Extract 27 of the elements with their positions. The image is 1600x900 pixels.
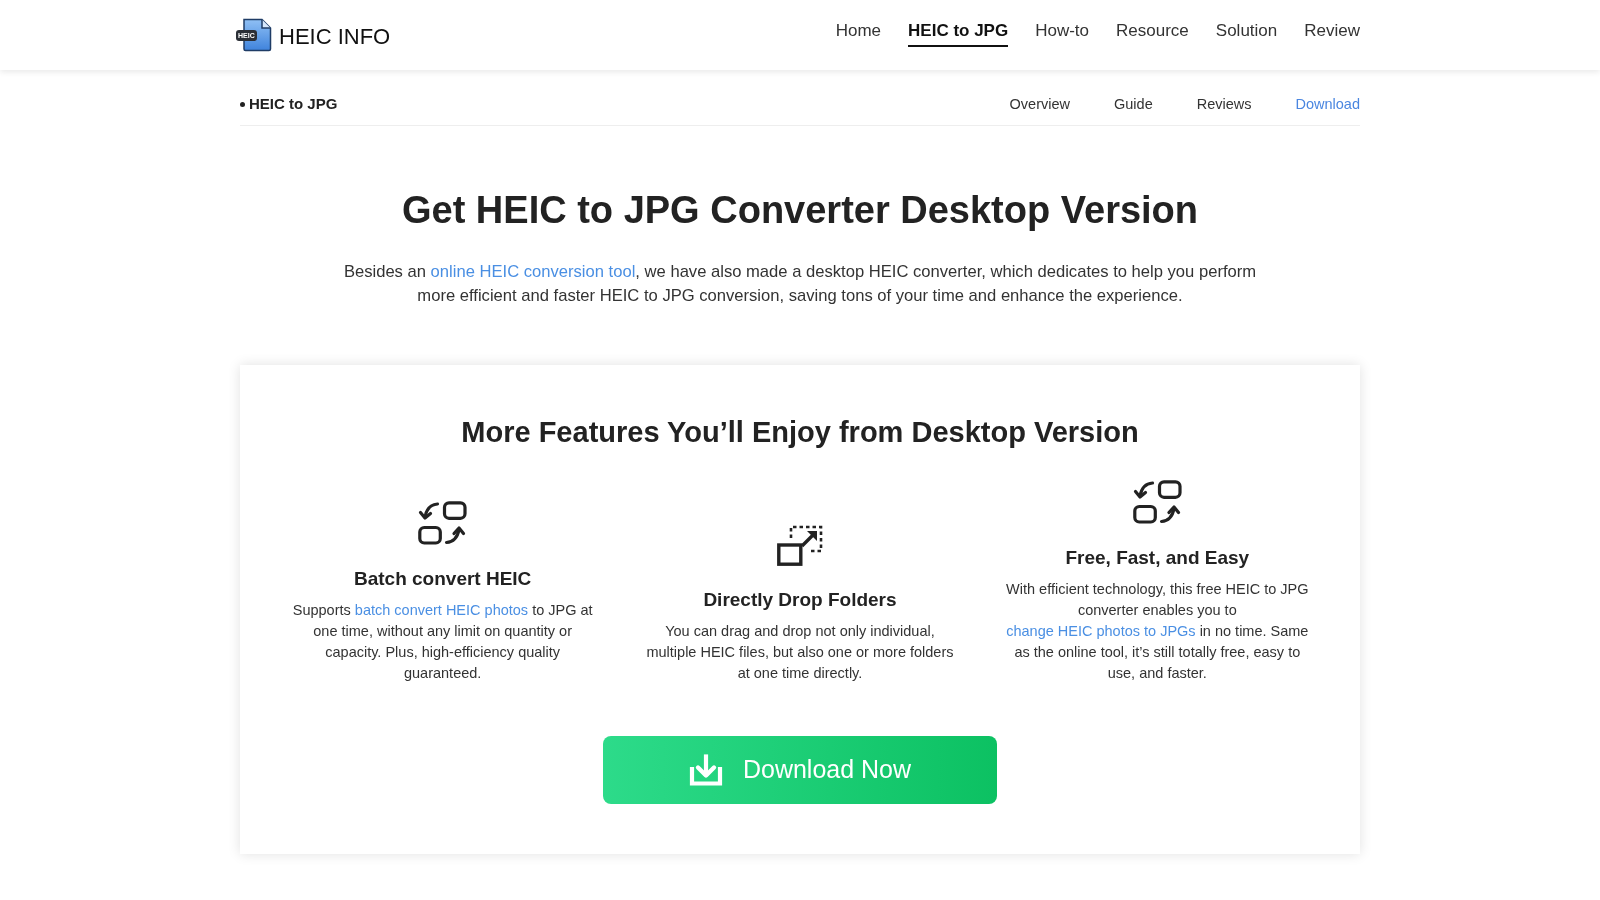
intro-text: Besides an online HEIC conversion tool, we have also made a desktop HEIC converter, which dedicates to help you perform more efficient and faster HEIC to JPG conversion, saving tons of your time and enhance the experience.: [342, 261, 1258, 307]
nav-link[interactable]: Solution: [1215, 17, 1278, 47]
download-icon: [688, 754, 723, 786]
nav-link[interactable]: Review: [1304, 17, 1360, 47]
section-link[interactable]: Guide: [1114, 93, 1153, 116]
feature-description: Supports batch convert HEIC photos to JPG at one time, without any limit on quantity or capacity. Plus, high-efficiency quality guaranteed.: [291, 601, 594, 683]
nav-link[interactable]: How-to: [1035, 17, 1090, 47]
feature-description: You can drag and drop not only individual, multiple HEIC files, but also one or more folders at one time directly.: [645, 622, 955, 683]
nav-link[interactable]: Home: [835, 17, 882, 47]
swap-icon: [418, 501, 468, 545]
swap-icon: [1132, 480, 1182, 524]
page-title: Get HEIC to JPG Converter Desktop Version: [400, 188, 1200, 233]
card-title: More Features You’ll Enjoy from Desktop Version: [460, 415, 1140, 450]
file-icon: [240, 18, 272, 52]
nav-link[interactable]: Resource: [1116, 17, 1189, 47]
feature-title: Free, Fast, and Easy: [1064, 546, 1251, 570]
feature-title: Batch convert HEIC: [352, 567, 533, 591]
bullet-icon: [240, 102, 245, 107]
nav-link[interactable]: HEIC to JPG: [908, 17, 1009, 47]
section-link[interactable]: Download: [1295, 93, 1360, 116]
expand-selection-icon: [777, 525, 823, 566]
site-logo-text: HEIC INFO: [279, 26, 391, 48]
feature-title: Directly Drop Folders: [702, 588, 898, 612]
page-section-title: HEIC to JPG: [249, 94, 338, 115]
feature-description: With efficient technology, this free HEIC to JPG converter enables you to change HEIC photos to JPGs in no time. Same as the online tool, it’s still totally free, easy to use, and faster.: [1005, 580, 1310, 683]
section-link[interactable]: Reviews: [1196, 93, 1252, 116]
section-link[interactable]: Overview: [1009, 93, 1070, 116]
